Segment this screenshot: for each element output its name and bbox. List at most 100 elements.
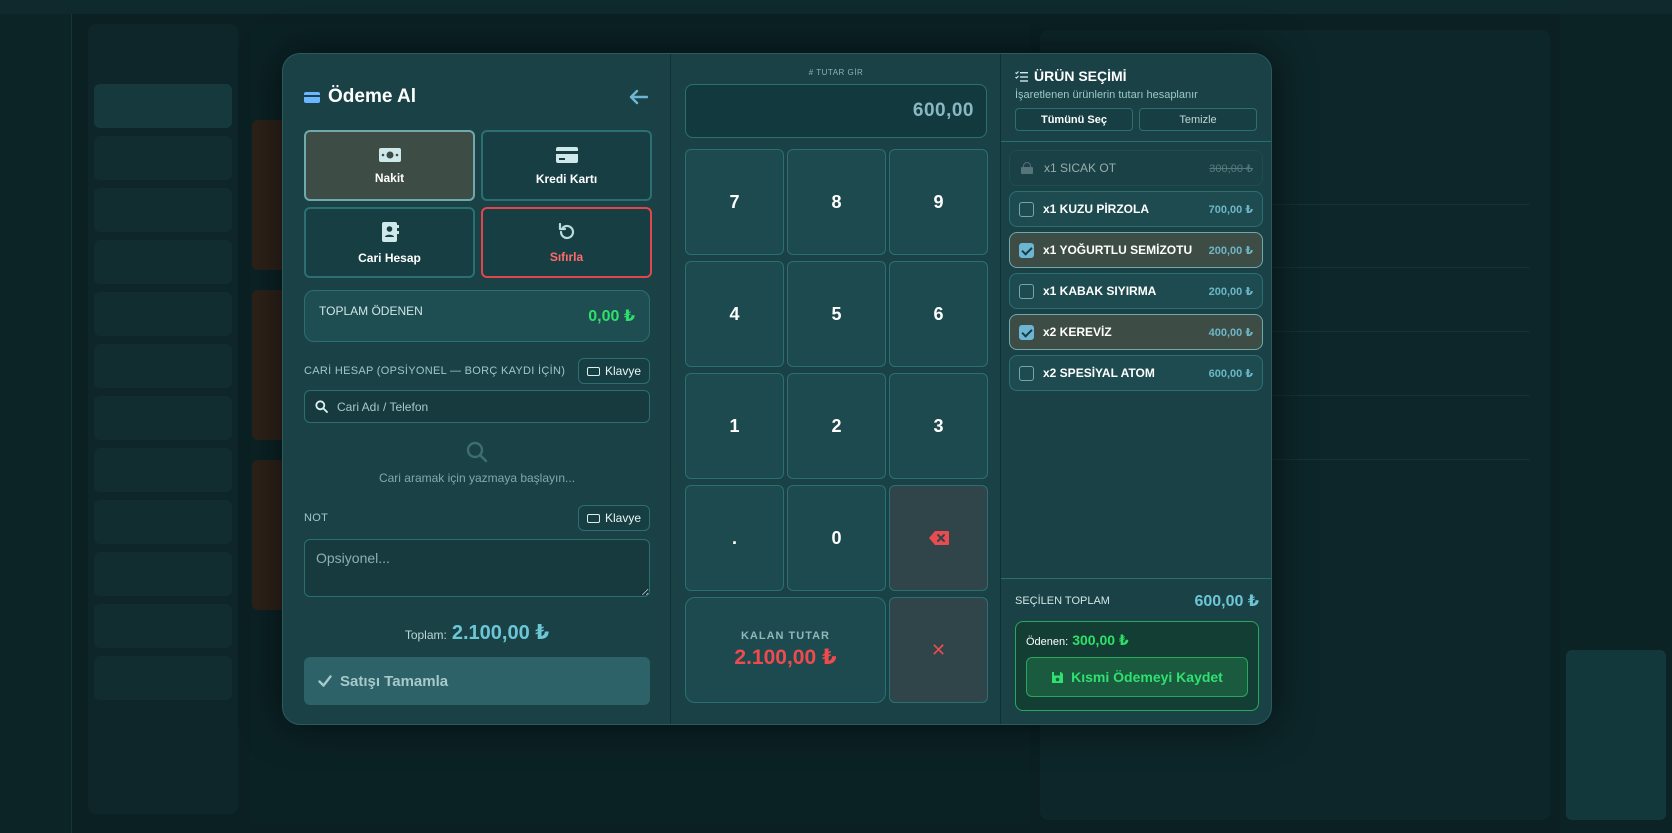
select-all-button[interactable]: Tümünü Seç [1015,108,1133,131]
modal-title: Ödeme Al [304,86,416,108]
background-category [94,136,232,180]
clear-selection-button[interactable]: Temizle [1139,108,1257,131]
list-item[interactable]: x1 YOĞURTLU SEMİZOTU 200,00 ₺ [1009,232,1263,268]
item-name: x1 YOĞURTLU SEMİZOTU [1043,243,1193,257]
lock-icon [1021,162,1033,174]
partial-payment-box: Ödenen: 300,00 ₺ Kısmi Ödemeyi Kaydet [1015,621,1259,711]
key-8[interactable]: 8 [787,149,886,255]
background-category [94,344,232,388]
search-icon [466,441,488,463]
remaining-label: KALAN TUTAR [740,630,830,642]
product-selection-panel: ÜRÜN SEÇİMİ İşaretlenen ürünlerin tutarı… [1001,54,1271,724]
clear-button[interactable]: ✕ [889,597,988,703]
item-name: x2 SPESİYAL ATOM [1043,366,1155,380]
complete-sale-button[interactable]: Satışı Tamamla [304,657,650,705]
background-topbar [0,0,1672,14]
remaining-amount: KALAN TUTAR 2.100,00 ₺ [685,597,886,703]
account-search-input[interactable] [337,399,637,414]
backspace-button[interactable] [889,485,988,591]
key-3[interactable]: 3 [889,373,988,479]
note-keyboard-button[interactable]: Klavye [577,505,650,531]
total-paid-label: TOPLAM ÖDENEN [319,304,423,318]
reset-button[interactable]: Sıfırla [481,207,652,278]
order-total-label: Toplam: [404,628,447,642]
key-0[interactable]: 0 [787,485,886,591]
arrow-left-icon [629,89,648,105]
account-button[interactable]: Cari Hesap [304,207,475,278]
background-category [94,84,232,128]
account-search-box [304,390,650,423]
credit-card-icon [304,91,320,103]
save-partial-payment-button[interactable]: Kısmi Ödemeyi Kaydet [1026,657,1248,697]
payment-method-grid: Nakit Kredi Kartı Cari Hesap Sıfırla [304,130,652,278]
key-7[interactable]: 7 [685,149,784,255]
background-category [94,604,232,648]
checkbox[interactable] [1019,324,1034,340]
list-item[interactable]: x1 KABAK SIYIRMA 200,00 ₺ [1009,273,1263,309]
credit-card-icon [555,146,578,163]
total-paid-box: TOPLAM ÖDENEN 0,00 ₺ [304,290,650,342]
list-item[interactable]: x1 KUZU PİRZOLA 700,00 ₺ [1009,191,1263,227]
empty-search-text: Cari aramak için yazmaya başlayın... [378,471,576,485]
keypad-grid: 7 8 9 4 5 6 1 2 3 . 0 KALAN TUTAR 2.100,… [685,149,988,703]
address-book-icon [381,221,399,242]
payment-modal: Ödeme Al Nakit Kredi Kartı Cari Hesap Sı… [282,53,1272,725]
background-pay-button [1566,650,1666,820]
background-category [94,188,232,232]
background-category [94,292,232,336]
credit-card-button[interactable]: Kredi Kartı [481,130,652,201]
list-item: x1 SICAK OT 300,00 ₺ [1009,150,1263,186]
item-price: 400,00 ₺ [1208,326,1253,339]
cash-label: Nakit [374,170,405,185]
key-9[interactable]: 9 [889,149,988,255]
key-2[interactable]: 2 [787,373,886,479]
list-item[interactable]: x2 SPESİYAL ATOM 600,00 ₺ [1009,355,1263,391]
check-icon [318,675,332,687]
partial-paid-row: Ödenen: 300,00 ₺ [1026,632,1248,649]
checkbox[interactable] [1019,242,1034,258]
item-name: x2 KEREVİZ [1043,325,1112,339]
item-price: 700,00 ₺ [1208,203,1253,216]
cash-icon [378,147,401,162]
back-button[interactable] [626,85,650,109]
background-category [94,448,232,492]
payment-method-panel: Ödeme Al Nakit Kredi Kartı Cari Hesap Sı… [283,54,670,724]
product-selection-actions: Tümünü Seç Temizle [1015,108,1257,131]
keyboard-icon [586,513,600,523]
background-category [94,32,232,76]
selected-total-label: SEÇİLEN TOPLAM [1015,595,1110,607]
selection-summary: SEÇİLEN TOPLAM 600,00 ₺ Ödenen: 300,00 ₺… [1001,578,1271,724]
close-icon: ✕ [930,639,947,660]
account-empty-state: Cari aramak için yazmaya başlayın... [304,441,650,485]
save-icon [1052,671,1064,683]
order-total: Toplam: 2.100,00 ₺ [304,620,650,645]
background-category-list [88,24,238,814]
checkbox[interactable] [1019,365,1034,381]
backspace-icon [928,531,949,545]
key-decimal[interactable]: . [685,485,784,591]
account-section-label: CARİ HESAP (OPSİYONEL — BORÇ KAYDI İÇİN) [304,365,566,377]
key-5[interactable]: 5 [787,261,886,367]
product-selection-header: ÜRÜN SEÇİMİ İşaretlenen ürünlerin tutarı… [1001,54,1271,142]
keyboard-label: Klavye [604,511,641,525]
partial-paid-label: Ödenen: [1026,636,1069,648]
product-list: x1 SICAK OT 300,00 ₺ x1 KUZU PİRZOLA 700… [1001,142,1271,391]
item-price: 200,00 ₺ [1208,285,1253,298]
selected-total-value: 600,00 ₺ [1194,593,1259,610]
save-partial-payment-label: Kısmi Ödemeyi Kaydet [1071,669,1223,685]
account-keyboard-button[interactable]: Klavye [577,358,650,384]
key-6[interactable]: 6 [889,261,988,367]
cash-button[interactable]: Nakit [304,130,475,201]
note-textarea[interactable] [304,539,650,597]
key-4[interactable]: 4 [685,261,784,367]
note-label: NOT [304,512,329,524]
item-price: 300,00 ₺ [1209,162,1253,175]
account-section-header: CARİ HESAP (OPSİYONEL — BORÇ KAYDI İÇİN)… [304,358,650,384]
selected-total-row: SEÇİLEN TOPLAM 600,00 ₺ [1015,589,1259,613]
checkbox[interactable] [1019,201,1034,217]
background-category [94,552,232,596]
checkbox[interactable] [1019,283,1034,299]
key-1[interactable]: 1 [685,373,784,479]
list-item[interactable]: x2 KEREVİZ 400,00 ₺ [1009,314,1263,350]
item-name: x1 SICAK OT [1044,161,1117,175]
